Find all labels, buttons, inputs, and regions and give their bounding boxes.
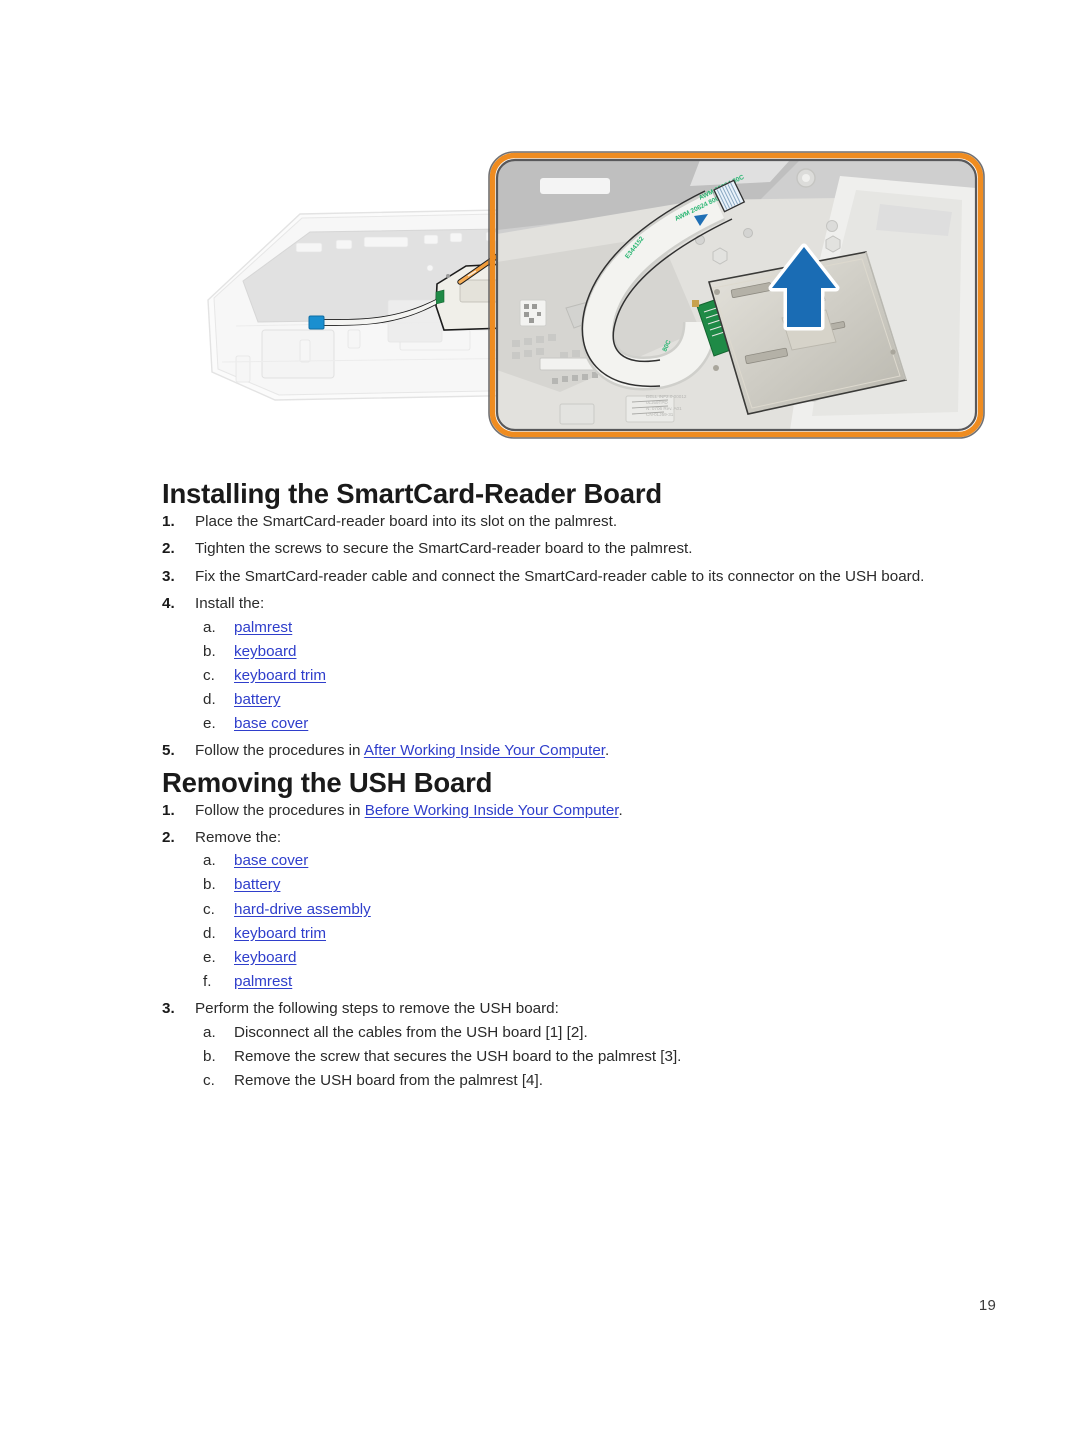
step-marker: 4. xyxy=(162,595,175,613)
figure-illustration: AWM 20624 80C AWM 20624 80C E344152 80C xyxy=(207,151,985,439)
link-keyboard-trim[interactable]: keyboard trim xyxy=(234,667,326,684)
svg-text:N. 0706 Rev. A01: N. 0706 Rev. A01 xyxy=(646,406,682,411)
substep-text: Disconnect all the cables from the USH b… xyxy=(234,1023,588,1041)
callout-box: AWM 20624 80C AWM 20624 80C E344152 80C xyxy=(488,151,985,439)
substep-item: b. keyboard xyxy=(195,640,962,663)
substep-item: c. hard-drive assembly xyxy=(195,898,962,921)
step-text-before: Follow the procedures in xyxy=(195,742,364,760)
figure-smartcard-reader-installation: AWM 20624 80C AWM 20624 80C E344152 80C xyxy=(0,0,1080,470)
substep-item: c. Remove the USH board from the palmres… xyxy=(195,1069,962,1092)
step-text: Tighten the screws to secure the SmartCa… xyxy=(195,540,693,558)
link-base-cover[interactable]: base cover xyxy=(234,715,308,732)
step-item: 5. Follow the procedures in After Workin… xyxy=(162,739,962,762)
link-hard-drive-assembly[interactable]: hard-drive assembly xyxy=(234,901,371,918)
step-text: Perform the following steps to remove th… xyxy=(195,1000,559,1018)
substep-marker: e. xyxy=(203,714,216,732)
substep-marker: e. xyxy=(203,948,216,966)
page-title-removing-ush-board: Removing the USH Board xyxy=(162,767,493,799)
substeps-list-install-the: a. palmrest b. keyboard c. keyboard trim… xyxy=(195,616,962,735)
substep-item: e. base cover xyxy=(195,712,962,735)
steps-list-installing: 1. Place the SmartCard-reader board into… xyxy=(162,510,962,763)
step-marker: 3. xyxy=(162,1000,175,1018)
substeps-list-remove-ush-board: a. Disconnect all the cables from the US… xyxy=(195,1021,962,1092)
link-battery[interactable]: battery xyxy=(234,876,280,893)
substep-item: b. Remove the screw that secures the USH… xyxy=(195,1045,962,1068)
link-palmrest[interactable]: palmrest xyxy=(234,619,292,636)
step-text: Install the: xyxy=(195,595,265,613)
step-text: Place the SmartCard-reader board into it… xyxy=(195,512,618,530)
substep-marker: a. xyxy=(203,852,216,870)
link-base-cover[interactable]: base cover xyxy=(234,852,308,869)
step-marker: 3. xyxy=(162,567,175,585)
step-item: 2. Tighten the screws to secure the Smar… xyxy=(162,537,962,560)
step-text: Remove the: xyxy=(195,829,282,847)
substep-marker: b. xyxy=(203,1047,216,1065)
link-keyboard-trim[interactable]: keyboard trim xyxy=(234,925,326,942)
substep-item: a. palmrest xyxy=(195,616,962,639)
step-marker: 2. xyxy=(162,540,175,558)
substep-marker: a. xyxy=(203,618,216,636)
substep-marker: c. xyxy=(203,1071,215,1089)
substep-marker: b. xyxy=(203,642,216,660)
substep-marker: f. xyxy=(203,972,212,990)
substep-marker: b. xyxy=(203,876,216,894)
substep-marker: c. xyxy=(203,666,215,684)
step-marker: 2. xyxy=(162,829,175,847)
substep-item: a. Disconnect all the cables from the US… xyxy=(195,1021,962,1044)
link-battery[interactable]: battery xyxy=(234,691,280,708)
step-text: Fix the SmartCard-reader cable and conne… xyxy=(195,567,925,585)
substep-item: c. keyboard trim xyxy=(195,664,962,687)
substep-text: Remove the screw that secures the USH bo… xyxy=(234,1047,682,1065)
step-item: 4. Install the: a. palmrest b. keyboard … xyxy=(162,592,962,735)
step-marker: 1. xyxy=(162,801,175,819)
substep-text: Remove the USH board from the palmrest [… xyxy=(234,1071,543,1089)
step-text-after: . xyxy=(605,742,610,760)
step-marker: 5. xyxy=(162,742,175,760)
step-text-before: Follow the procedures in xyxy=(195,801,365,819)
page-number: 19 xyxy=(978,1297,996,1314)
substep-marker: c. xyxy=(203,900,215,918)
substeps-list-remove-the: a. base cover b. battery c. hard-drive a… xyxy=(195,849,962,993)
substep-item: d. keyboard trim xyxy=(195,922,962,945)
substep-marker: d. xyxy=(203,924,216,942)
step-item: 1. Place the SmartCard-reader board into… xyxy=(162,510,962,533)
step-item: 1. Follow the procedures in Before Worki… xyxy=(162,799,962,822)
step-item: 2. Remove the: a. base cover b. battery … xyxy=(162,826,962,993)
substep-item: f. palmrest xyxy=(195,970,962,993)
link-keyboard[interactable]: keyboard xyxy=(234,643,296,660)
step-item: 3. Fix the SmartCard-reader cable and co… xyxy=(162,565,962,588)
substep-marker: d. xyxy=(203,690,216,708)
svg-text:DELL INF2.0 00012: DELL INF2.0 00012 xyxy=(646,394,687,399)
step-item: 3. Perform the following steps to remove… xyxy=(162,997,962,1091)
substep-item: d. battery xyxy=(195,688,962,711)
steps-list-removing: 1. Follow the procedures in Before Worki… xyxy=(162,799,962,1092)
page-title-installing-smartcard-reader-board: Installing the SmartCard-Reader Board xyxy=(162,478,662,509)
link-palmrest[interactable]: palmrest xyxy=(234,973,292,990)
page-content: Installing the SmartCard-Reader Board 1.… xyxy=(162,478,962,1096)
svg-text:CN-0LJ59-31: CN-0LJ59-31 xyxy=(646,412,674,417)
step-text-after: . xyxy=(618,801,623,819)
substep-item: a. base cover xyxy=(195,849,962,872)
svg-text:0LJ59TPD: 0LJ59TPD xyxy=(646,400,668,405)
substep-item: e. keyboard xyxy=(195,946,962,969)
link-keyboard[interactable]: keyboard xyxy=(234,949,296,966)
substep-marker: a. xyxy=(203,1023,216,1041)
link-after-working-inside-your-computer[interactable]: After Working Inside Your Computer xyxy=(364,742,605,759)
substep-item: b. battery xyxy=(195,873,962,896)
link-before-working-inside-your-computer[interactable]: Before Working Inside Your Computer xyxy=(365,802,619,819)
step-marker: 1. xyxy=(162,512,175,530)
